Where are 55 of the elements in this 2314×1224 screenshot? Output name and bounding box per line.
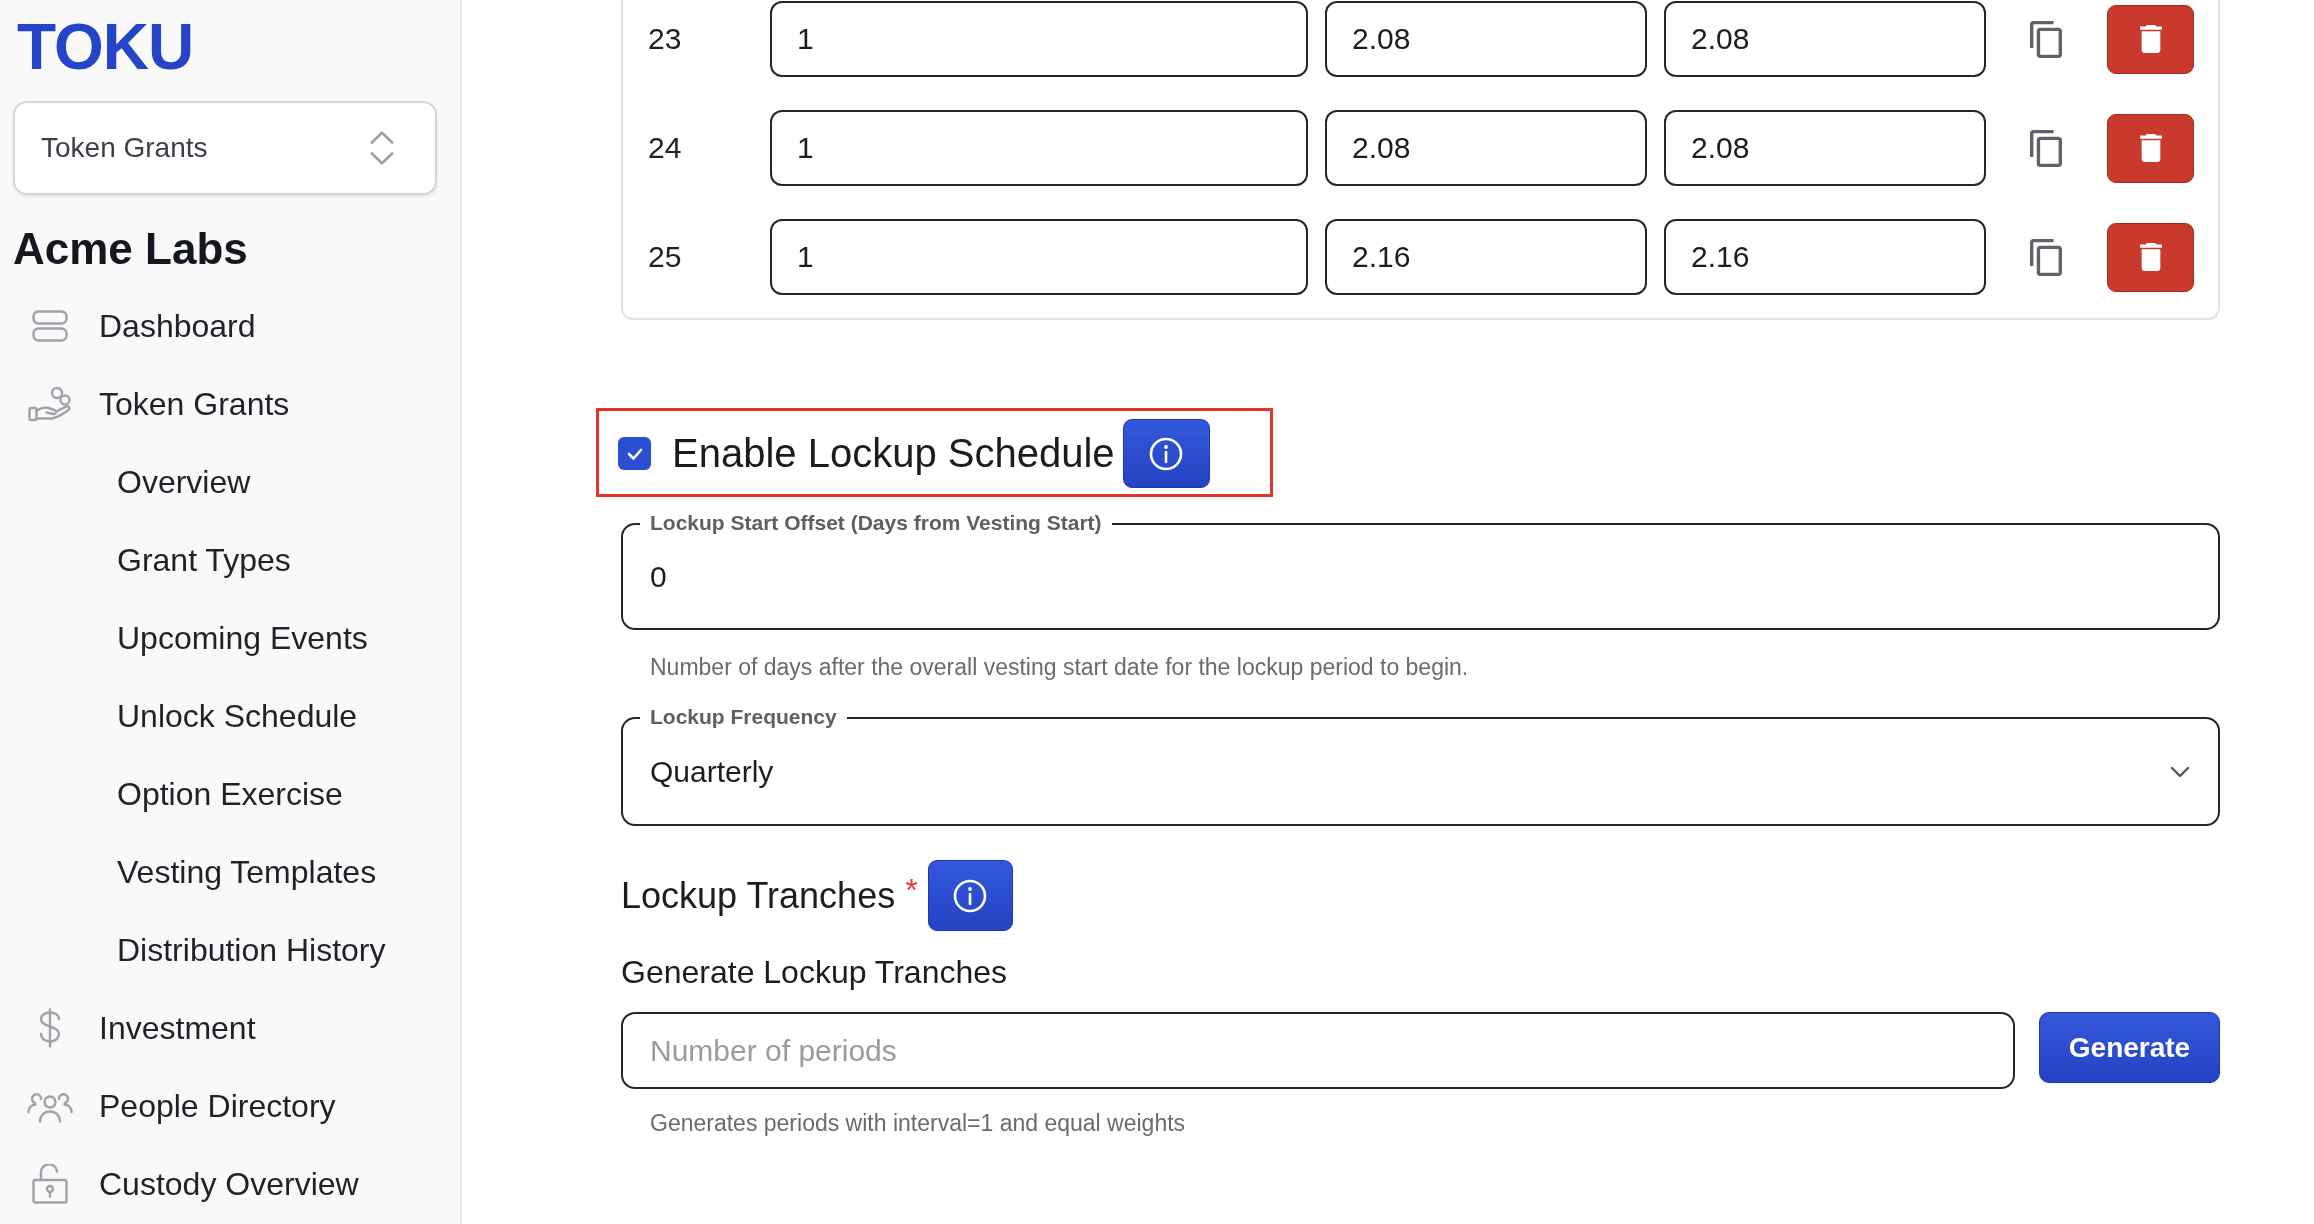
info-button[interactable] [1122,419,1210,488]
row-number: 23 [648,22,683,56]
logo: TOKU [17,15,194,79]
nav-subitem[interactable]: Upcoming Events [0,599,368,677]
up-down-chevron-icon [370,130,394,166]
required-mark: * [905,874,918,906]
value-input[interactable]: 2.08 [1664,110,1986,186]
nav-subitem[interactable]: Unlock Schedule [0,677,358,755]
nav-item[interactable]: Dashboard [0,287,256,365]
helper-text: Generates periods with interval=1 and equal weights [649,1109,1186,1138]
nav-item[interactable]: Token Grants [0,365,290,443]
info-button[interactable] [927,860,1013,931]
nav-item[interactable]: Custody Overview [0,1145,359,1223]
checkbox-label: Enable Lockup Schedule [672,431,1115,476]
delete-button[interactable] [2107,4,2194,74]
padlock-icon [32,1164,68,1204]
dollar-icon [37,1008,63,1048]
periods-input[interactable]: Number of periods [621,1012,2015,1089]
delete-button[interactable] [2107,222,2194,292]
product-switcher[interactable]: Token Grants [13,101,437,195]
value-input[interactable]: 1 [770,1,1308,77]
value-input[interactable]: 1 [770,110,1308,186]
generate-button[interactable]: Generate [2039,1012,2220,1083]
subsection-title: Generate Lockup Tranches [621,953,1007,992]
nav-subitem[interactable]: Grant Types [0,521,291,599]
value-input[interactable]: 2.08 [1664,1,1986,77]
nav-subitem[interactable]: Overview [0,443,251,521]
value-input[interactable]: 2.16 [1664,219,1986,295]
nav-subitem[interactable]: Distribution History [0,911,386,989]
trash-icon [2139,25,2162,53]
info-icon [953,878,988,913]
hand-coins-icon [28,386,72,422]
row-number: 25 [648,240,683,274]
delete-button[interactable] [2107,113,2194,183]
trash-icon [2139,134,2162,162]
nav-item[interactable]: Investment [0,989,256,1067]
value-input[interactable]: 2.08 [1325,1,1647,77]
nav-subitem[interactable]: Vesting Templates [0,833,377,911]
copy-icon[interactable] [2030,238,2062,276]
organization-name: Acme Labs [13,227,248,271]
value-input[interactable]: 2.08 [1325,110,1647,186]
checkbox[interactable] [618,437,651,470]
chevron-down-icon [2170,765,2190,778]
section-title: Lockup Tranches [621,874,896,917]
stacked-rectangles-icon [32,310,68,342]
nav-item[interactable]: People Directory [0,1067,336,1145]
value-input[interactable]: 2.16 [1325,219,1647,295]
info-icon [1149,436,1184,471]
helper-text: Number of days after the overall vesting start date for the lockup period to begin. [649,653,1469,682]
value-input[interactable]: 1 [770,219,1308,295]
trash-icon [2139,243,2162,271]
copy-icon[interactable] [2030,129,2062,167]
row-number: 24 [648,131,683,165]
nav-subitem[interactable]: Option Exercise [0,755,343,833]
copy-icon[interactable] [2030,20,2062,58]
